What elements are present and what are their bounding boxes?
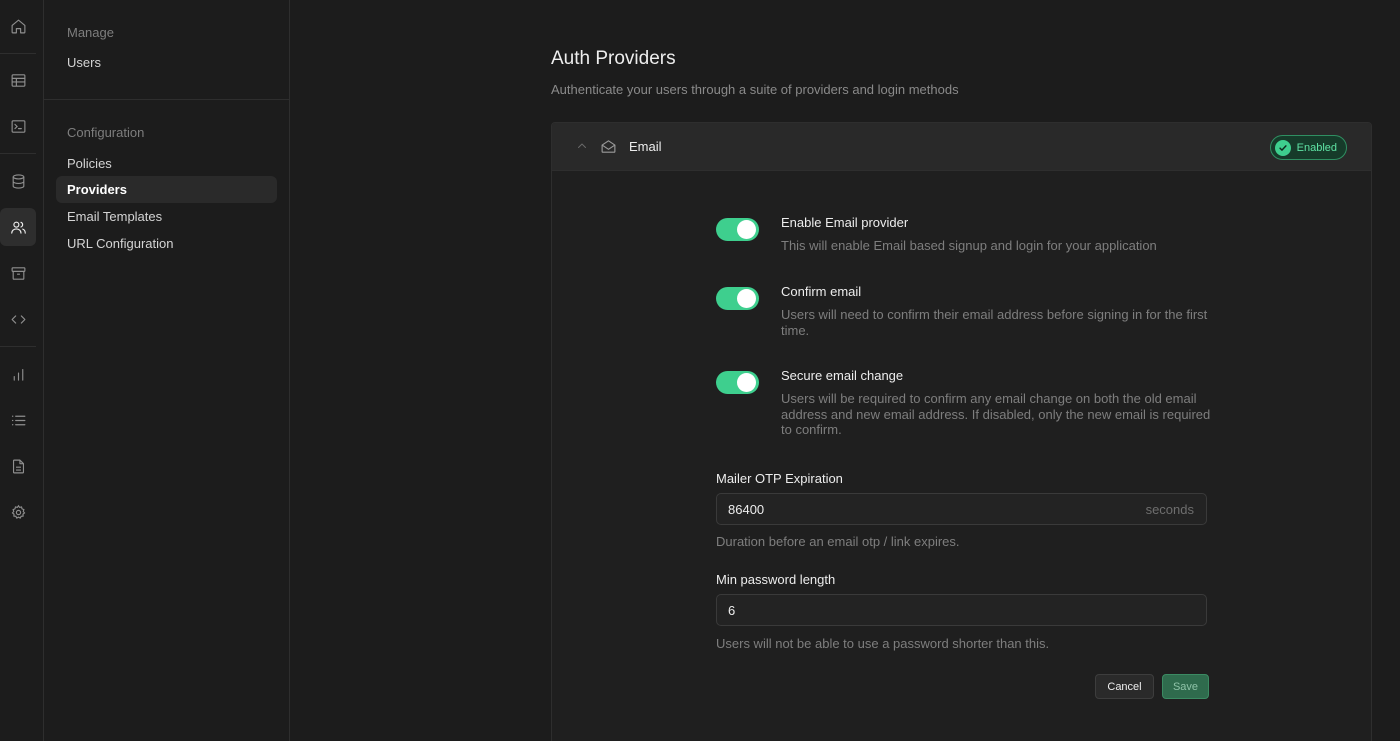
document-icon[interactable] (0, 447, 36, 485)
otp-expiration-label: Mailer OTP Expiration (716, 471, 843, 486)
confirm-email-toggle[interactable] (716, 287, 759, 310)
sidebar-item-email-templates[interactable]: Email Templates (56, 203, 277, 230)
page-subtitle: Authenticate your users through a suite … (551, 82, 959, 97)
status-badge: Enabled (1269, 135, 1347, 160)
toggle-knob (737, 220, 756, 239)
min-password-length-label: Min password length (716, 572, 836, 587)
sidebar-item-providers[interactable]: Providers (56, 176, 277, 203)
page-title: Auth Providers (551, 48, 676, 69)
users-icon[interactable] (0, 208, 36, 246)
enable-email-provider-toggle[interactable] (716, 218, 759, 241)
sidebar-item-label: Email Templates (67, 209, 163, 224)
setting-description: Users will be required to confirm any em… (781, 391, 1211, 437)
setting-description: This will enable Email based signup and … (781, 238, 1157, 253)
rail-divider (0, 53, 36, 54)
toggle-knob (737, 289, 756, 308)
setting-description: Users will need to confirm their email a… (781, 307, 1208, 338)
status-badge-label: Enabled (1296, 141, 1337, 154)
sidebar-item-label: Providers (67, 182, 127, 197)
sidebar-item-label: URL Configuration (67, 236, 174, 251)
sidebar-item-label: Users (67, 55, 101, 70)
home-icon[interactable] (0, 7, 36, 45)
bar-chart-icon[interactable] (0, 355, 36, 393)
toggle-knob (737, 373, 756, 392)
sidebar-item-label: Policies (67, 156, 112, 171)
otp-expiration-input[interactable] (717, 494, 1206, 524)
email-provider-panel: Email Enabled Enable Email provider This… (551, 122, 1372, 741)
min-password-length-help: Users will not be able to use a password… (716, 636, 1050, 651)
list-icon[interactable] (0, 401, 36, 439)
rail-divider (0, 346, 36, 347)
otp-expiration-help: Duration before an email otp / link expi… (716, 534, 960, 549)
cancel-button[interactable]: Cancel (1095, 674, 1154, 699)
otp-expiration-field[interactable]: seconds (716, 493, 1207, 525)
gear-icon[interactable] (0, 493, 36, 531)
sidebar-item-url-configuration[interactable]: URL Configuration (56, 230, 277, 257)
min-password-length-input[interactable] (717, 595, 1206, 625)
secure-email-change-toggle[interactable] (716, 371, 759, 394)
setting-title: Confirm email (781, 284, 862, 299)
database-icon[interactable] (0, 162, 36, 200)
save-button[interactable]: Save (1162, 674, 1209, 699)
provider-header[interactable]: Email Enabled (552, 123, 1371, 171)
sidebar-divider (44, 99, 289, 100)
provider-name: Email (629, 139, 662, 154)
chevron-up-icon[interactable] (576, 140, 588, 155)
setting-title: Enable Email provider (781, 215, 909, 230)
min-password-length-field[interactable] (716, 594, 1207, 626)
icon-rail (0, 0, 44, 741)
terminal-icon[interactable] (0, 107, 36, 145)
setting-title: Secure email change (781, 368, 904, 383)
otp-expiration-unit: seconds (1145, 502, 1194, 517)
sidebar-group-configuration: Configuration (67, 125, 145, 140)
code-icon[interactable] (0, 300, 36, 338)
sidebar-item-users[interactable]: Users (56, 49, 277, 76)
sidebar-group-manage: Manage (67, 25, 114, 40)
auth-sidebar: Manage Users Configuration Policies Prov… (44, 0, 290, 741)
archive-icon[interactable] (0, 254, 36, 292)
rail-divider (0, 153, 36, 154)
mail-open-icon (600, 138, 617, 158)
check-icon (1274, 139, 1291, 156)
sidebar-item-policies[interactable]: Policies (56, 150, 277, 177)
table-icon[interactable] (0, 61, 36, 99)
